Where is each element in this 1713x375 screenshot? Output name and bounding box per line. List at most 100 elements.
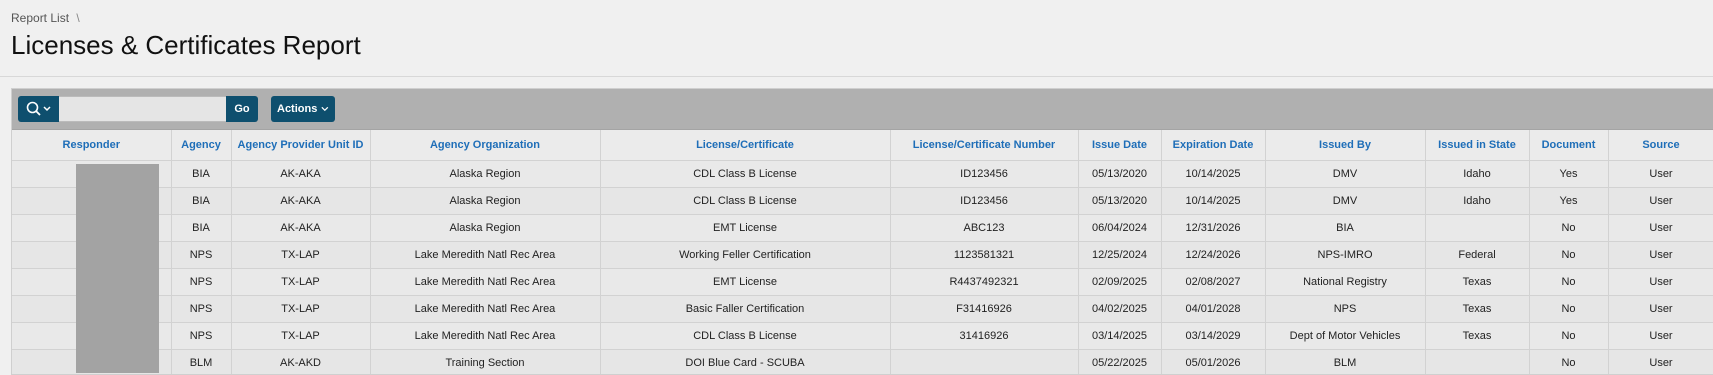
cell-document: No <box>1529 350 1608 375</box>
table-row[interactable]: BeNPSTX-LAPLake Meredith Natl Rec AreaCD… <box>12 323 1713 350</box>
cell-issue-date: 02/09/2025 <box>1078 269 1161 296</box>
cell-agency-provider-unit-id: AK-AKA <box>231 161 370 188</box>
cell-license-certificate-number: ABC123 <box>890 215 1078 242</box>
cell-license-certificate: CDL Class B License <box>600 188 890 215</box>
cell-document: No <box>1529 269 1608 296</box>
table-row[interactable]: BeNPSTX-LAPLake Meredith Natl Rec AreaBa… <box>12 296 1713 323</box>
cell-document: No <box>1529 296 1608 323</box>
cell-source: User <box>1608 242 1713 269</box>
cell-issue-date: 05/13/2020 <box>1078 161 1161 188</box>
table-row[interactable]: ShBIAAK-AKAAlaska RegionCDL Class B Lice… <box>12 188 1713 215</box>
column-header-agency[interactable]: Agency <box>171 130 231 161</box>
column-header-license-certificate-number[interactable]: License/Certificate Number <box>890 130 1078 161</box>
table-row[interactable]: BeNPSTX-LAPLake Meredith Natl Rec AreaWo… <box>12 242 1713 269</box>
cell-license-certificate: CDL Class B License <box>600 323 890 350</box>
cell-license-certificate: Basic Faller Certification <box>600 296 890 323</box>
cell-agency-organization: Lake Meredith Natl Rec Area <box>370 323 600 350</box>
cell-issued-in-state: Idaho <box>1425 188 1529 215</box>
cell-issue-date: 05/22/2025 <box>1078 350 1161 375</box>
cell-expiration-date: 05/01/2026 <box>1161 350 1265 375</box>
cell-agency: BIA <box>171 161 231 188</box>
cell-agency: NPS <box>171 296 231 323</box>
cell-agency-organization: Alaska Region <box>370 215 600 242</box>
breadcrumb-separator: \ <box>76 11 79 25</box>
cell-license-certificate: DOI Blue Card - SCUBA <box>600 350 890 375</box>
column-header-issue-date[interactable]: Issue Date <box>1078 130 1161 161</box>
go-button[interactable]: Go <box>226 96 258 122</box>
page-title: Licenses & Certificates Report <box>11 30 361 61</box>
cell-agency-organization: Lake Meredith Natl Rec Area <box>370 269 600 296</box>
cell-agency-provider-unit-id: TX-LAP <box>231 269 370 296</box>
search-icon <box>26 101 52 117</box>
cell-agency: NPS <box>171 269 231 296</box>
cell-license-certificate: CDL Class B License <box>600 161 890 188</box>
column-header-agency-provider-unit-id[interactable]: Agency Provider Unit ID <box>231 130 370 161</box>
cell-source: User <box>1608 188 1713 215</box>
column-header-responder[interactable]: Responder <box>12 130 171 161</box>
actions-label: Actions <box>277 103 317 115</box>
cell-license-certificate-number: 1123581321 <box>890 242 1078 269</box>
cell-expiration-date: 03/14/2029 <box>1161 323 1265 350</box>
cell-issued-by: DMV <box>1265 188 1425 215</box>
table-row[interactable]: BeNPSTX-LAPLake Meredith Natl Rec AreaEM… <box>12 269 1713 296</box>
cell-issue-date: 12/25/2024 <box>1078 242 1161 269</box>
cell-license-certificate-number: 31416926 <box>890 323 1078 350</box>
cell-issued-by: Dept of Motor Vehicles <box>1265 323 1425 350</box>
cell-issued-by: DMV <box>1265 161 1425 188</box>
cell-source: User <box>1608 350 1713 375</box>
cell-expiration-date: 02/08/2027 <box>1161 269 1265 296</box>
page-header: Report List \ Licenses & Certificates Re… <box>0 0 1713 77</box>
table-row[interactable]: BiBLMAK-AKDTraining SectionDOI Blue Card… <box>12 350 1713 375</box>
cell-source: User <box>1608 215 1713 242</box>
cell-source: User <box>1608 269 1713 296</box>
search-input[interactable] <box>59 96 226 122</box>
column-header-license-certificate[interactable]: License/Certificate <box>600 130 890 161</box>
column-header-document[interactable]: Document <box>1529 130 1608 161</box>
cell-agency-organization: Alaska Region <box>370 188 600 215</box>
cell-license-certificate: Working Feller Certification <box>600 242 890 269</box>
cell-issued-in-state: Texas <box>1425 296 1529 323</box>
cell-source: User <box>1608 323 1713 350</box>
cell-issued-by: NPS <box>1265 296 1425 323</box>
cell-issued-in-state: Federal <box>1425 242 1529 269</box>
cell-agency-organization: Lake Meredith Natl Rec Area <box>370 242 600 269</box>
cell-expiration-date: 12/24/2026 <box>1161 242 1265 269</box>
cell-issue-date: 06/04/2024 <box>1078 215 1161 242</box>
cell-document: Yes <box>1529 188 1608 215</box>
cell-agency-provider-unit-id: AK-AKD <box>231 350 370 375</box>
cell-license-certificate-number: ID123456 <box>890 161 1078 188</box>
column-header-issued-by[interactable]: Issued By <box>1265 130 1425 161</box>
table-row[interactable]: ShBIAAK-AKAAlaska RegionEMT LicenseABC12… <box>12 215 1713 242</box>
actions-button[interactable]: Actions <box>271 96 335 122</box>
table-body: ShBIAAK-AKAAlaska RegionCDL Class B Lice… <box>12 161 1713 375</box>
column-header-source[interactable]: Source <box>1608 130 1713 161</box>
cell-expiration-date: 04/01/2028 <box>1161 296 1265 323</box>
cell-agency: BIA <box>171 188 231 215</box>
cell-license-certificate: EMT License <box>600 269 890 296</box>
cell-issued-in-state <box>1425 350 1529 375</box>
column-header-agency-organization[interactable]: Agency Organization <box>370 130 600 161</box>
cell-issue-date: 05/13/2020 <box>1078 188 1161 215</box>
cell-source: User <box>1608 296 1713 323</box>
report-table: Responder Agency Agency Provider Unit ID… <box>12 130 1713 375</box>
cell-license-certificate: EMT License <box>600 215 890 242</box>
cell-agency-provider-unit-id: AK-AKA <box>231 188 370 215</box>
breadcrumb-report-list[interactable]: Report List <box>11 11 69 25</box>
cell-issue-date: 03/14/2025 <box>1078 323 1161 350</box>
table-row[interactable]: ShBIAAK-AKAAlaska RegionCDL Class B Lice… <box>12 161 1713 188</box>
cell-agency-organization: Lake Meredith Natl Rec Area <box>370 296 600 323</box>
cell-license-certificate-number: ID123456 <box>890 188 1078 215</box>
column-header-issued-in-state[interactable]: Issued in State <box>1425 130 1529 161</box>
cell-agency-provider-unit-id: TX-LAP <box>231 296 370 323</box>
column-header-expiration-date[interactable]: Expiration Date <box>1161 130 1265 161</box>
cell-issued-by: National Registry <box>1265 269 1425 296</box>
chevron-down-icon <box>321 106 329 112</box>
cell-agency-provider-unit-id: TX-LAP <box>231 323 370 350</box>
search-column-button[interactable] <box>18 96 59 122</box>
table-header-row: Responder Agency Agency Provider Unit ID… <box>12 130 1713 161</box>
cell-issued-by: NPS-IMRO <box>1265 242 1425 269</box>
cell-expiration-date: 10/14/2025 <box>1161 161 1265 188</box>
cell-agency-provider-unit-id: AK-AKA <box>231 215 370 242</box>
cell-agency: NPS <box>171 323 231 350</box>
cell-document: No <box>1529 215 1608 242</box>
